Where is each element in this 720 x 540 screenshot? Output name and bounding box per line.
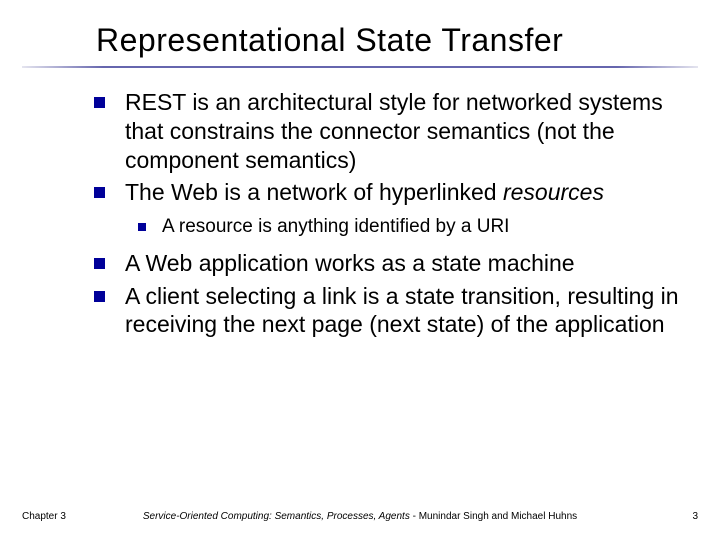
bullet-text: REST is an architectural style for netwo…	[125, 88, 690, 174]
bullet-text-pre: The Web is a network of hyperlinked	[125, 179, 503, 205]
bullet-text: A Web application works as a state machi…	[125, 249, 575, 278]
slide-title: Representational State Transfer	[96, 22, 563, 59]
footer-citation-title: Service-Oriented Computing: Semantics, P…	[143, 511, 410, 522]
footer-citation: Service-Oriented Computing: Semantics, P…	[143, 511, 577, 522]
bullet-item: REST is an architectural style for netwo…	[94, 88, 690, 174]
square-bullet-icon	[94, 187, 105, 198]
bullet-text-italic: resources	[503, 179, 604, 205]
slide-footer: Chapter 3 Service-Oriented Computing: Se…	[0, 511, 720, 522]
sub-bullet-item: A resource is anything identified by a U…	[138, 215, 690, 239]
square-bullet-icon	[94, 97, 105, 108]
bullet-item: A client selecting a link is a state tra…	[94, 282, 690, 340]
footer-chapter: Chapter 3	[22, 511, 66, 522]
title-underline	[22, 66, 698, 68]
square-bullet-icon	[94, 258, 105, 269]
footer-page-number: 3	[692, 511, 698, 522]
slide: Representational State Transfer REST is …	[0, 0, 720, 540]
bullet-text: A client selecting a link is a state tra…	[125, 282, 690, 340]
square-bullet-icon	[94, 291, 105, 302]
square-bullet-icon	[138, 223, 146, 231]
footer-citation-authors: - Munindar Singh and Michael Huhns	[410, 511, 577, 522]
bullet-text: The Web is a network of hyperlinked reso…	[125, 178, 604, 207]
bullet-item: The Web is a network of hyperlinked reso…	[94, 178, 690, 207]
sub-bullet-text: A resource is anything identified by a U…	[162, 215, 509, 239]
slide-content: REST is an architectural style for netwo…	[94, 88, 690, 343]
bullet-item: A Web application works as a state machi…	[94, 249, 690, 278]
